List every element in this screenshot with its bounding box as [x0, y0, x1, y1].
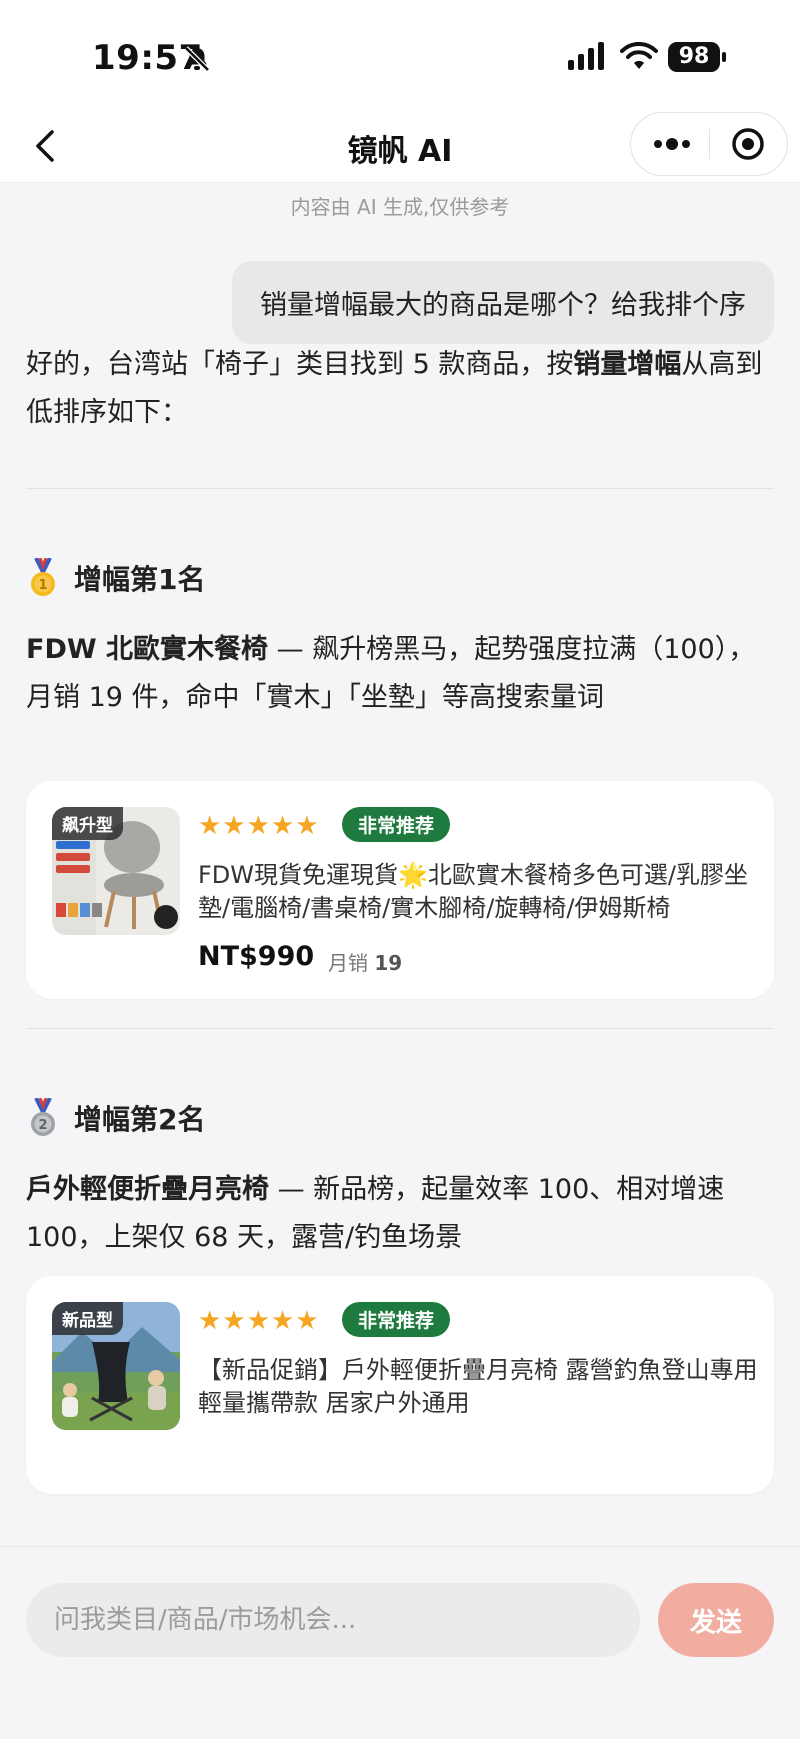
recommend-badge-2: 非常推荐	[342, 1302, 451, 1337]
chat-content[interactable]: 内容由 AI 生成,仅供参考 销量增幅最大的商品是哪个？给我排个序 好的，台湾站…	[0, 183, 800, 1545]
divider	[26, 1028, 774, 1029]
intro-text-1: 好的，台湾站「椅子」类目找到 5 款商品，按	[26, 349, 574, 380]
monthly-sales-1: 月销 19	[328, 947, 402, 976]
rank-2-product-name: 戶外輕便折疊月亮椅	[26, 1174, 269, 1205]
divider	[26, 488, 774, 489]
chat-input-bar: 发送	[0, 1546, 800, 1739]
rank-2-heading: 2 增幅第2名	[26, 1098, 205, 1138]
sales-label-1: 月销	[328, 951, 368, 975]
battery-indicator: 98	[668, 42, 728, 74]
send-button[interactable]: 发送	[658, 1583, 774, 1657]
svg-text:1: 1	[38, 578, 47, 593]
close-target-icon[interactable]	[729, 125, 767, 163]
capsule-divider	[709, 129, 710, 159]
more-options-icon[interactable]	[649, 125, 695, 163]
assistant-intro: 好的，台湾站「椅子」类目找到 5 款商品，按销量增幅从高到低排序如下：	[26, 341, 776, 437]
rank-1-product-name: FDW 北歐實木餐椅	[26, 634, 269, 665]
intro-bold: 销量增幅	[573, 349, 682, 380]
ai-disclaimer: 内容由 AI 生成,仅供参考	[290, 195, 510, 219]
product-thumbnail-2[interactable]: 新品型	[52, 1302, 180, 1430]
silver-medal-icon: 2	[31, 1098, 55, 1136]
rating-stars-2: ★★★★★	[198, 1306, 320, 1336]
rank-1-heading: 1 增幅第1名	[26, 558, 205, 598]
chat-input[interactable]	[26, 1583, 640, 1657]
product-title-2: 【新品促銷】戶外輕便折疊月亮椅 露營釣魚登山專用 輕量攜帶款 居家户外通用	[198, 1356, 758, 1417]
product-card-2[interactable]: 新品型 ★★★★★ 非常推荐 【新品促銷】戶外輕便折疊月亮椅 露營釣魚登山專用 …	[26, 1276, 774, 1494]
user-message-bubble: 销量增幅最大的商品是哪个？给我排个序	[232, 261, 774, 344]
rank-2-description: 戶外輕便折疊月亮椅 — 新品榜，起量效率 100、相对增速 100，上架仅 68…	[26, 1166, 776, 1262]
rank-2-title: 增幅第2名	[74, 1103, 206, 1136]
rank-1-description: FDW 北歐實木餐椅 — 飙升榜黑马，起势强度拉满（100），月销 19 件，命…	[26, 626, 776, 722]
product-card-1[interactable]: 飙升型 ★★★★★ 非常推荐 FDW現貨免運現貨🌟北歐實木餐椅多色可選/乳膠坐墊…	[26, 781, 774, 999]
rank-1-title: 增幅第1名	[74, 563, 206, 596]
mini-program-capsule	[630, 112, 788, 176]
battery-level: 98	[668, 42, 720, 72]
sales-value-1: 19	[374, 951, 403, 975]
product-title-1: FDW現貨免運現貨🌟北歐實木餐椅多色可選/乳膠坐墊/電腦椅/書桌椅/實木腳椅/旋…	[198, 861, 748, 922]
cellular-signal-icon	[568, 42, 604, 70]
product-thumbnail-1[interactable]: 飙升型	[52, 807, 180, 935]
gold-medal-icon: 1	[31, 558, 55, 596]
wifi-icon	[620, 42, 658, 69]
navigation-bar: 镜帆 AI	[0, 110, 800, 183]
product-type-tag-2: 新品型	[52, 1302, 123, 1335]
status-bar: 19:57 98	[0, 0, 800, 110]
recommend-badge-1: 非常推荐	[342, 807, 451, 842]
battery-tip	[722, 52, 726, 62]
product-price-1: NT$990	[198, 941, 315, 972]
product-type-tag-1: 飙升型	[52, 807, 123, 840]
rating-stars-1: ★★★★★	[198, 811, 320, 841]
bell-muted-icon	[184, 46, 210, 72]
svg-text:2: 2	[38, 1118, 47, 1133]
